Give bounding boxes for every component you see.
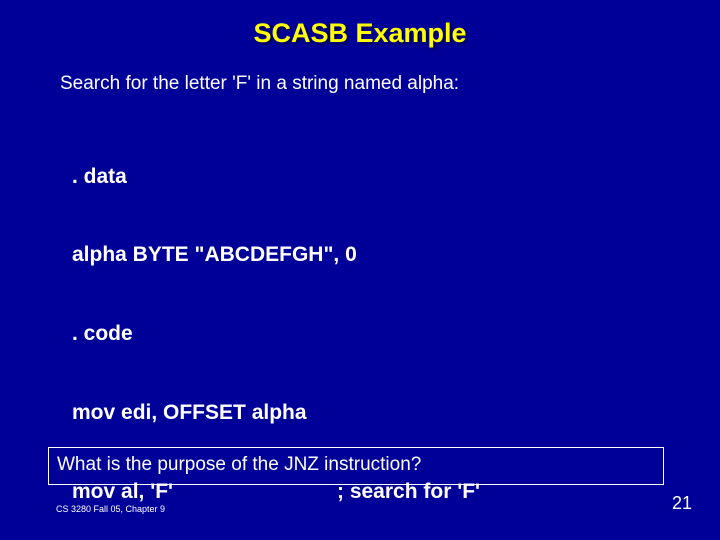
slide-description: Search for the letter 'F' in a string na… [60, 73, 720, 95]
code-line: . data [72, 164, 720, 190]
slide-title: SCASB Example [0, 0, 720, 49]
code-line: alpha BYTE "ABCDEFGH", 0 [72, 242, 720, 268]
footer-text: CS 3280 Fall 05, Chapter 9 [56, 504, 165, 514]
slide: SCASB Example Search for the letter 'F' … [0, 0, 720, 540]
page-number: 21 [672, 493, 692, 514]
code-line: mov edi, OFFSET alpha [72, 400, 720, 426]
question-box: What is the purpose of the JNZ instructi… [48, 447, 664, 485]
code-line: . code [72, 321, 720, 347]
